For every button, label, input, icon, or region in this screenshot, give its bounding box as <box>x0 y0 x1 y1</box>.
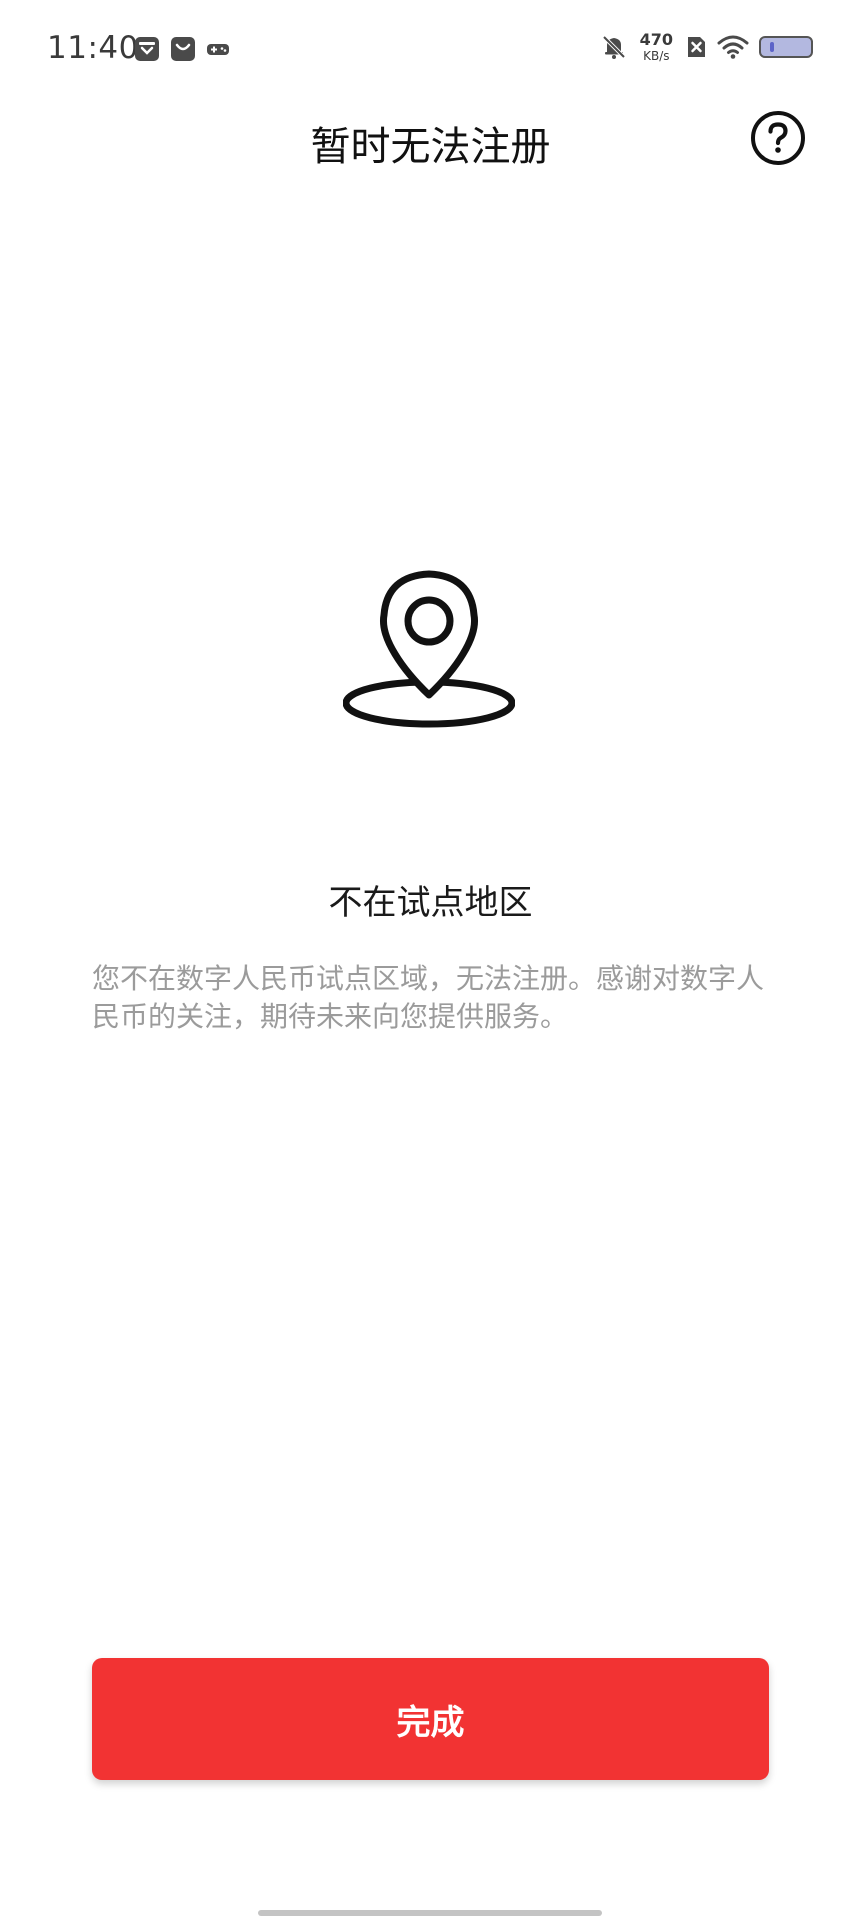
region-heading: 不在试点地区 <box>328 883 533 923</box>
done-button-label: 完成 <box>396 1702 465 1743</box>
inbox-icon <box>135 37 159 61</box>
net-speed-value: 470 <box>639 30 673 49</box>
battery-icon <box>759 36 813 58</box>
net-speed: 470 KB/s <box>639 30 673 63</box>
home-indicator[interactable] <box>258 1910 602 1916</box>
shopping-bag-icon <box>171 37 195 61</box>
region-description: 您不在数字人民币试点区域，无法注册。感谢对数字人民币的关注，期待未来向您提供服务… <box>92 962 765 1033</box>
bell-muted-icon <box>602 35 626 59</box>
question-circle-icon[interactable] <box>750 110 806 166</box>
status-time: 11:40 <box>47 30 139 66</box>
title-bar: 暂时无法注册 <box>0 100 861 180</box>
status-right-icons: 470 KB/s <box>600 32 813 62</box>
net-speed-unit: KB/s <box>643 49 670 63</box>
sim-disabled-icon <box>688 37 705 57</box>
status-left-icons <box>134 36 230 62</box>
location-pin-icon <box>343 570 515 730</box>
page-title: 暂时无法注册 <box>310 124 551 170</box>
wifi-icon <box>717 35 749 59</box>
status-bar: 11:40 470 KB/s <box>0 0 861 100</box>
help-button[interactable] <box>750 110 806 166</box>
gamepad-icon <box>207 44 229 55</box>
done-button[interactable]: 完成 <box>92 1658 769 1780</box>
